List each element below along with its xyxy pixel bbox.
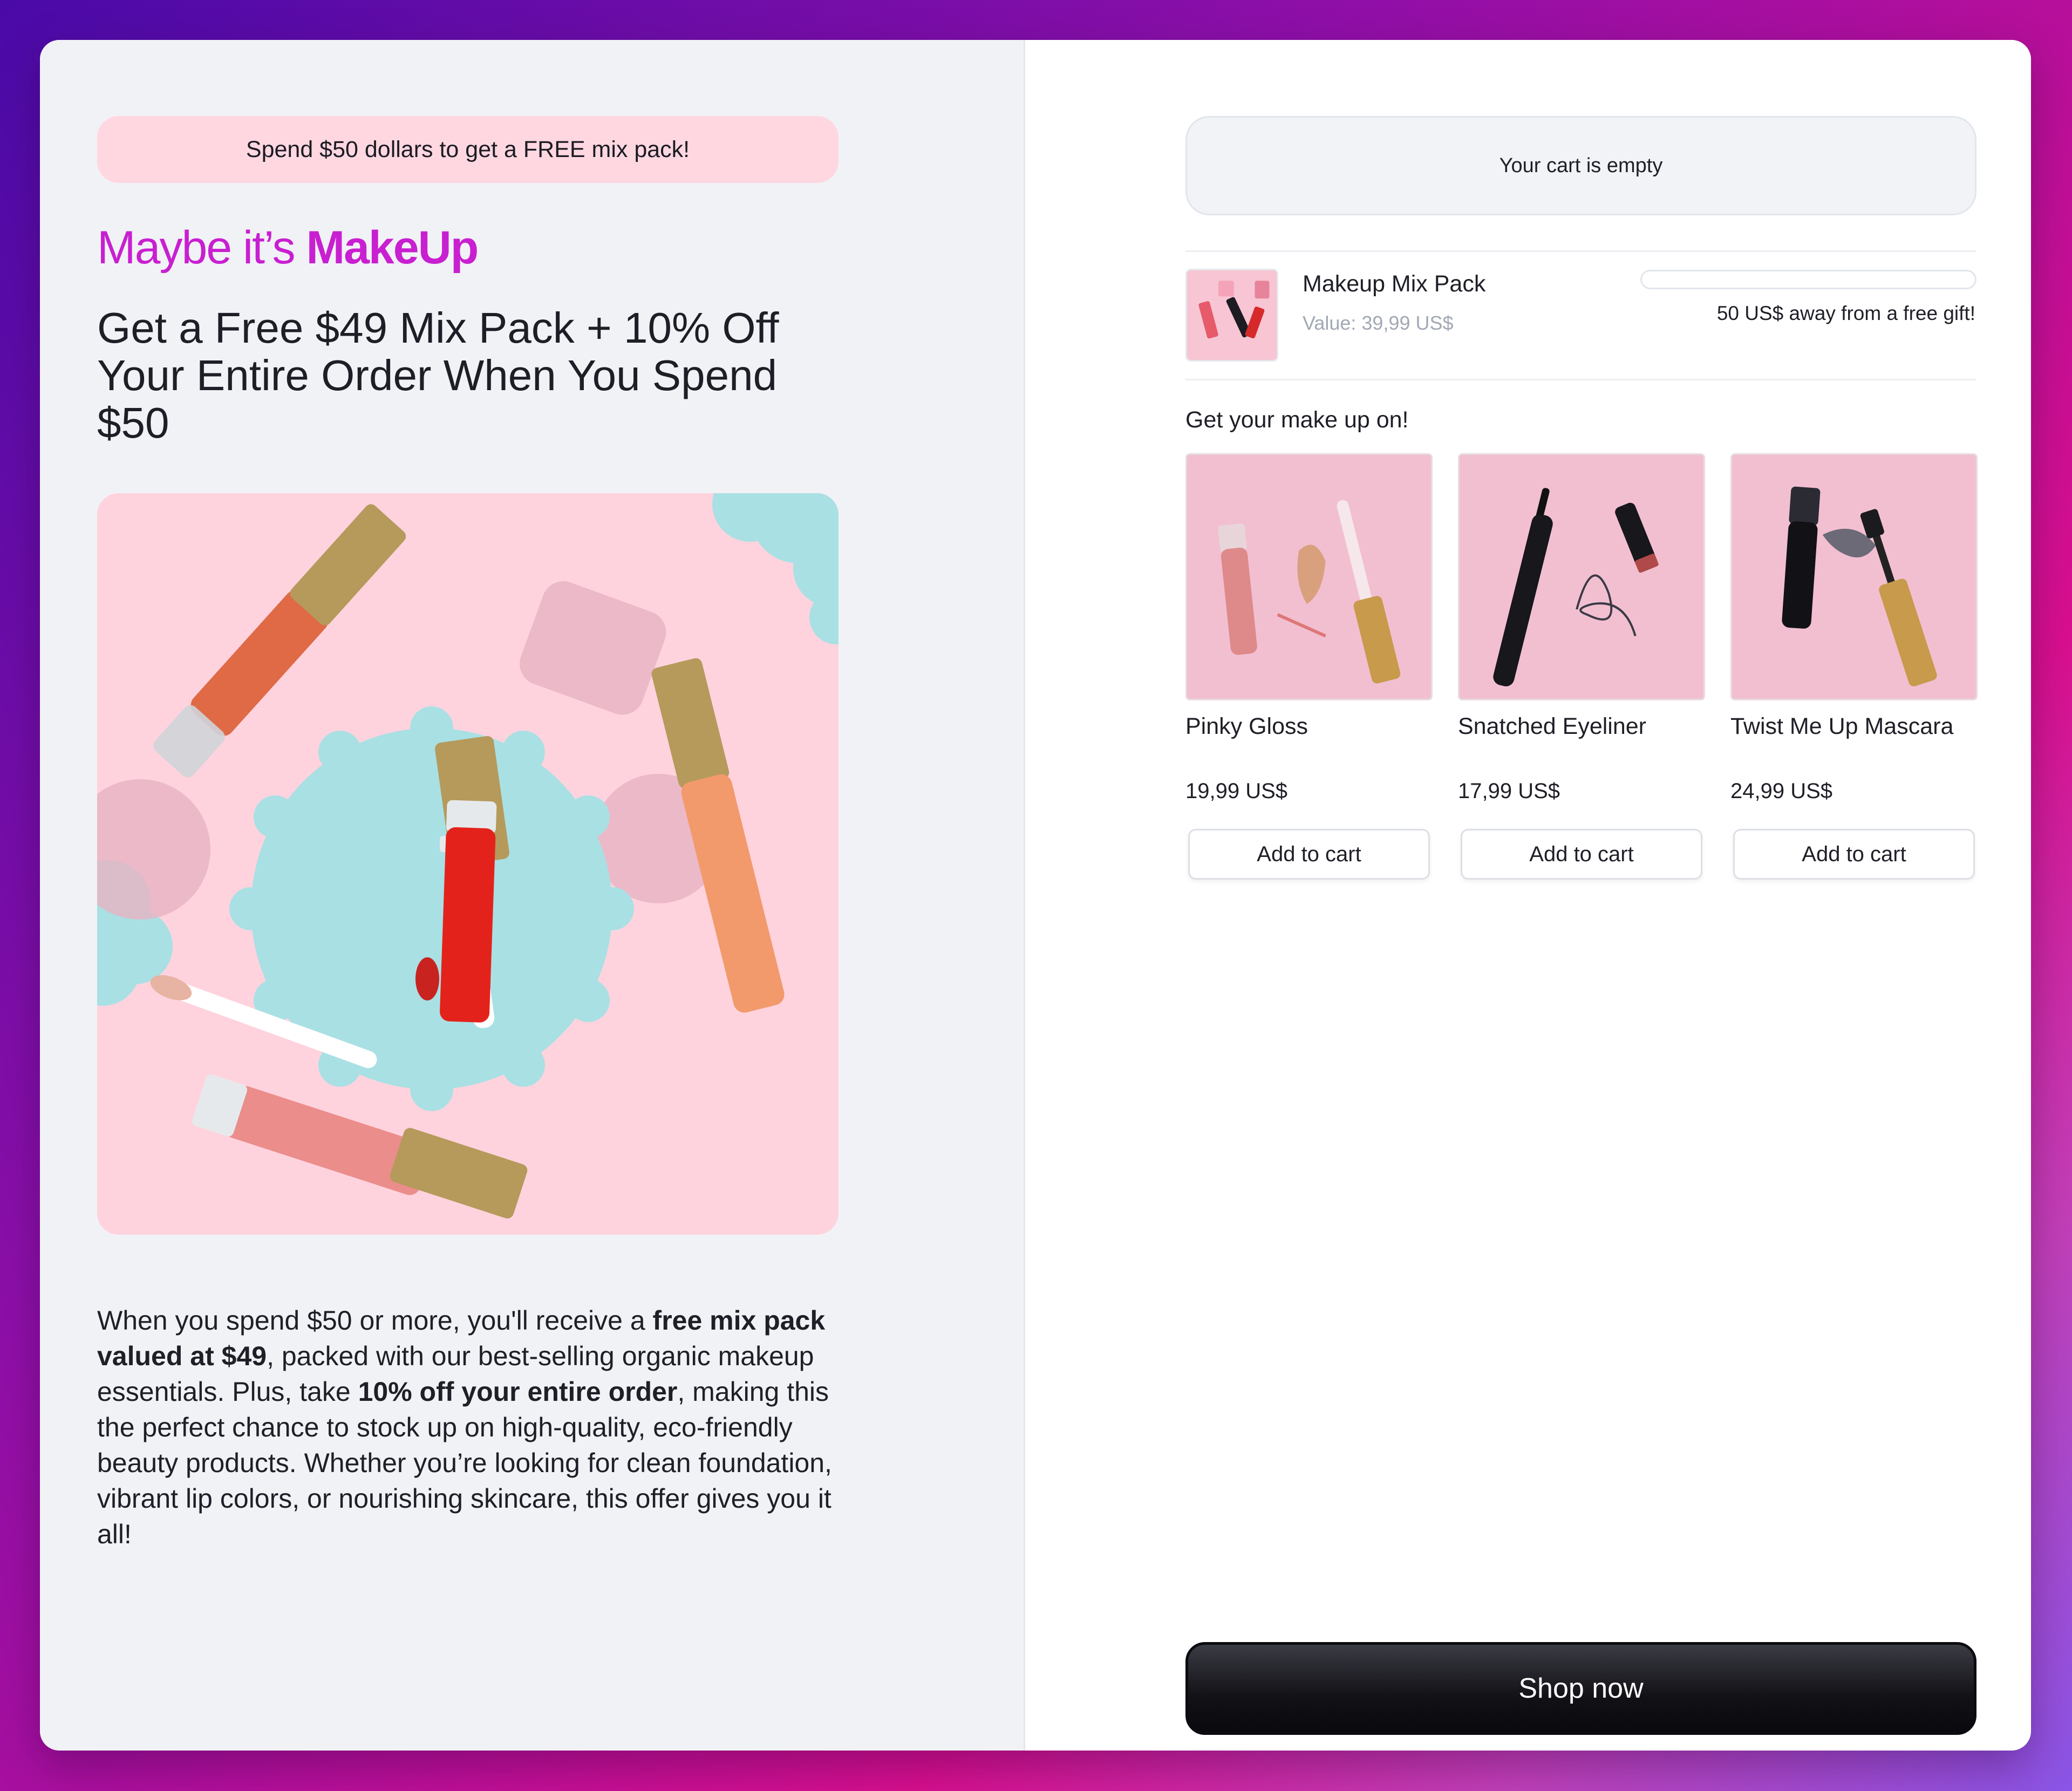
gift-progress-bar	[1640, 270, 1976, 289]
gift-value: Value: 39,99 US$	[1303, 312, 1454, 334]
brand-highlight: MakeUp	[306, 222, 479, 274]
cart-empty-message: Your cart is empty	[1185, 116, 1976, 215]
add-to-cart-button[interactable]: Add to cart	[1188, 829, 1430, 880]
page-title: Get a Free $49 Mix Pack + 10% Off Your E…	[97, 304, 779, 447]
offer-description: When you spend $50 or more, you'll recei…	[97, 1303, 842, 1552]
upsell-section-title: Get your make up on!	[1185, 407, 1409, 433]
desc-bold-2: 10% off your entire order	[358, 1377, 678, 1407]
promo-banner: Spend $50 dollars to get a FREE mix pack…	[97, 116, 839, 183]
gift-progress-text: 50 US$ away from a free gift!	[1716, 302, 1975, 324]
product-name: Snatched Eyeliner	[1458, 713, 1646, 739]
app-window: Spend $50 dollars to get a FREE mix pack…	[40, 40, 2031, 1751]
product-image-snatched-eyeliner	[1458, 453, 1705, 700]
product-card: Twist Me Up Mascara 24,99 US$ Add to car…	[1730, 453, 1978, 880]
cart-panel: Your cart is empty Makeup Mix Pack Value…	[1025, 40, 2031, 1751]
product-card: Pinky Gloss 19,99 US$ Add to cart	[1185, 453, 1433, 880]
product-image-pinky-gloss	[1185, 453, 1433, 700]
gift-thumbnail	[1185, 269, 1278, 362]
desc-text-1: When you spend $50 or more, you'll recei…	[97, 1305, 653, 1336]
product-name: Twist Me Up Mascara	[1730, 713, 1954, 739]
product-price: 24,99 US$	[1730, 779, 1833, 803]
product-price: 17,99 US$	[1458, 779, 1560, 803]
promo-panel: Spend $50 dollars to get a FREE mix pack…	[40, 40, 1025, 1751]
hero-image	[97, 493, 839, 1235]
brand-logo: Maybe it’s MakeUp	[97, 221, 479, 275]
shop-now-button[interactable]: Shop now	[1185, 1642, 1976, 1735]
gift-name: Makeup Mix Pack	[1303, 271, 1486, 297]
divider	[1185, 250, 1976, 252]
add-to-cart-button[interactable]: Add to cart	[1733, 829, 1975, 880]
brand-prefix: Maybe it’s	[97, 222, 306, 274]
product-price: 19,99 US$	[1185, 779, 1288, 803]
product-image-twist-me-up-mascara	[1730, 453, 1978, 700]
product-name: Pinky Gloss	[1185, 713, 1308, 739]
divider	[1185, 379, 1976, 380]
add-to-cart-button[interactable]: Add to cart	[1461, 829, 1702, 880]
product-card: Snatched Eyeliner 17,99 US$ Add to cart	[1458, 453, 1705, 880]
